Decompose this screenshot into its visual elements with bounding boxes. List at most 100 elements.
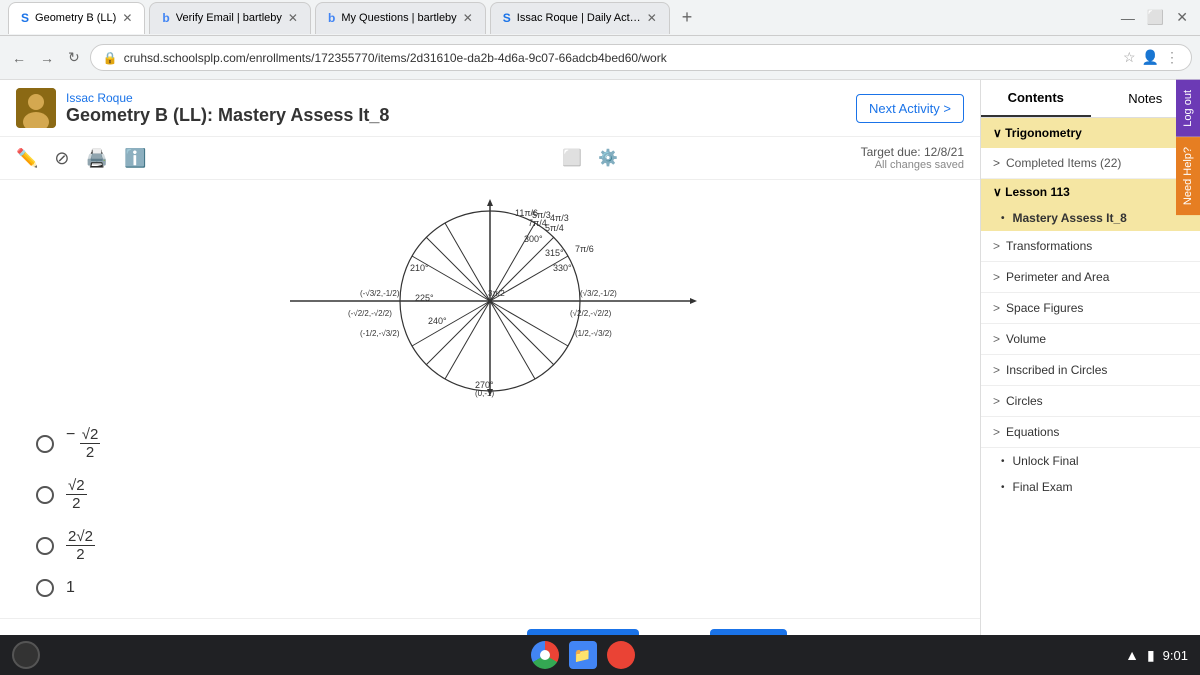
sidebar-content: ∨ Trigonometry > Completed Items (22) ∨ … [981, 118, 1200, 500]
toolbar: ✏️ ⊘ 🖨️ ℹ️ ⬜ ⚙️ Target due: 12/8/21 All … [0, 137, 980, 180]
equations-label: Equations [1006, 425, 1059, 439]
tab-bartleby2[interactable]: b My Questions | bartleby ✕ [315, 2, 486, 34]
svg-text:210°: 210° [410, 263, 429, 273]
svg-text:240°: 240° [428, 316, 447, 326]
logout-button[interactable]: Log out [1176, 80, 1200, 137]
trig-chevron: ∨ Trigonometry [993, 126, 1082, 140]
tab-close-bartleby2[interactable]: ✕ [463, 11, 473, 25]
denominator-3: 2 [74, 546, 86, 563]
volume-chevron: > [993, 332, 1000, 346]
unlock-final-label: Unlock Final [1013, 454, 1079, 468]
battery-icon: ▮ [1147, 647, 1155, 664]
final-exam-label: Final Exam [1013, 480, 1073, 494]
space-figures-section[interactable]: > Space Figures [981, 293, 1200, 324]
svg-text:(-√3/2,-1/2): (-√3/2,-1/2) [360, 289, 400, 298]
tab-close-daily[interactable]: ✕ [647, 11, 657, 25]
perimeter-label: Perimeter and Area [1006, 270, 1109, 284]
svg-text:(1/2,-√3/2): (1/2,-√3/2) [575, 329, 612, 338]
time-display: 9:01 [1163, 648, 1188, 663]
options-icon[interactable]: ⋮ [1165, 49, 1179, 66]
svg-text:(-1/2,-√3/2): (-1/2,-√3/2) [360, 329, 400, 338]
taskbar-circle-button[interactable] [12, 641, 40, 669]
user-name[interactable]: Issac Roque [66, 91, 389, 105]
next-activity-button[interactable]: Next Activity > [856, 94, 964, 123]
profile-icon[interactable]: 👤 [1142, 49, 1159, 66]
tab-contents[interactable]: Contents [981, 80, 1091, 117]
need-help-button[interactable]: Need Help? [1176, 137, 1200, 215]
forward-button[interactable]: → [36, 46, 58, 70]
perimeter-section[interactable]: > Perimeter and Area [981, 262, 1200, 293]
trig-section-header[interactable]: ∨ Trigonometry [981, 118, 1200, 148]
lesson-113-header[interactable]: ∨ Lesson 113 [981, 179, 1200, 205]
tab-bartleby1[interactable]: b Verify Email | bartleby ✕ [149, 2, 311, 34]
radio-3[interactable] [36, 537, 54, 555]
space-figures-label: Space Figures [1006, 301, 1083, 315]
transformations-section[interactable]: > Transformations [981, 231, 1200, 262]
print-icon[interactable]: 🖨️ [86, 148, 108, 169]
address-bar[interactable]: 🔒 cruhsd.schoolsplp.com/enrollments/1723… [90, 44, 1192, 71]
completed-items[interactable]: > Completed Items (22) [981, 148, 1200, 179]
settings-icon[interactable]: ⚙️ [598, 148, 618, 168]
equations-section[interactable]: > Equations [981, 417, 1200, 448]
reload-button[interactable]: ↻ [64, 45, 84, 70]
info-icon[interactable]: ℹ️ [124, 148, 146, 169]
sidebar-tabs: Contents Notes [981, 80, 1200, 118]
minimize-button[interactable]: — [1117, 5, 1139, 30]
tab-title-daily: Issac Roque | Daily Activity [517, 12, 641, 24]
tab-title-bartleby2: My Questions | bartleby [341, 12, 456, 24]
numerator-2: √2 [66, 477, 87, 495]
all-saved: All changes saved [861, 159, 964, 171]
unlock-final-item[interactable]: • Unlock Final [981, 448, 1200, 474]
omnibox-row: ← → ↻ 🔒 cruhsd.schoolsplp.com/enrollment… [0, 36, 1200, 80]
tab-close-geometry[interactable]: ✕ [122, 11, 132, 25]
denominator-1: 2 [84, 444, 96, 461]
svg-text:330°: 330° [553, 263, 572, 273]
close-window-button[interactable]: ✕ [1172, 5, 1192, 30]
svg-text:7π/6: 7π/6 [575, 244, 594, 254]
svg-text:3π/2: 3π/2 [488, 289, 505, 298]
answer-text-4: 1 [66, 579, 75, 597]
mastery-item[interactable]: • Mastery Assess It_8 [981, 205, 1200, 231]
tab-title-bartleby1: Verify Email | bartleby [176, 12, 282, 24]
transformations-label: Transformations [1006, 239, 1092, 253]
svg-text:(-√2/2,-√2/2): (-√2/2,-√2/2) [348, 309, 392, 318]
course-title: Geometry B (LL): Mastery Assess It_8 [66, 105, 389, 126]
tab-close-bartleby1[interactable]: ✕ [288, 11, 298, 25]
fraction-2: √2 2 [66, 477, 87, 512]
volume-label: Volume [1006, 332, 1046, 346]
circles-section[interactable]: > Circles [981, 386, 1200, 417]
expand-icon[interactable]: ⬜ [562, 148, 582, 168]
volume-section[interactable]: > Volume [981, 324, 1200, 355]
main-wrapper: Issac Roque Geometry B (LL): Mastery Ass… [0, 80, 1200, 675]
lock-icon: 🔒 [103, 51, 118, 65]
circles-label: Circles [1006, 394, 1043, 408]
tab-daily-activity[interactable]: S Issac Roque | Daily Activity ✕ [490, 2, 670, 34]
chrome-icon[interactable] [531, 641, 559, 669]
answer-text-2: √2 2 [66, 477, 87, 512]
radio-1[interactable] [36, 435, 54, 453]
taskbar-left [12, 641, 40, 669]
files-icon[interactable]: 📁 [569, 641, 597, 669]
back-button[interactable]: ← [8, 46, 30, 70]
tab-icon-daily: S [503, 11, 511, 25]
equations-chevron: > [993, 425, 1000, 439]
avatar [16, 88, 56, 128]
perimeter-chevron: > [993, 270, 1000, 284]
final-exam-item[interactable]: • Final Exam [981, 474, 1200, 500]
maximize-button[interactable]: ⬜ [1143, 5, 1168, 30]
fraction-3: 2√2 2 [66, 528, 95, 563]
question-area: 7π/6 11π/6 5π/4 7π/4 4π/3 5π/3 330° 315°… [0, 180, 980, 618]
svg-text:225°: 225° [415, 293, 434, 303]
svg-text:(√3/2,-1/2): (√3/2,-1/2) [580, 289, 617, 298]
url-text: cruhsd.schoolsplp.com/enrollments/172355… [124, 51, 1117, 65]
radio-4[interactable] [36, 579, 54, 597]
red-app-icon[interactable] [607, 641, 635, 669]
tab-geometry[interactable]: S Geometry B (LL) ✕ [8, 2, 145, 34]
pencil-icon[interactable]: ✏️ [16, 148, 38, 169]
new-tab-button[interactable]: + [674, 7, 701, 28]
star-icon[interactable]: ☆ [1123, 49, 1136, 66]
block-icon[interactable]: ⊘ [54, 148, 69, 169]
inscribed-circles-section[interactable]: > Inscribed in Circles [981, 355, 1200, 386]
radio-2[interactable] [36, 486, 54, 504]
svg-text:5π/3: 5π/3 [532, 210, 551, 220]
